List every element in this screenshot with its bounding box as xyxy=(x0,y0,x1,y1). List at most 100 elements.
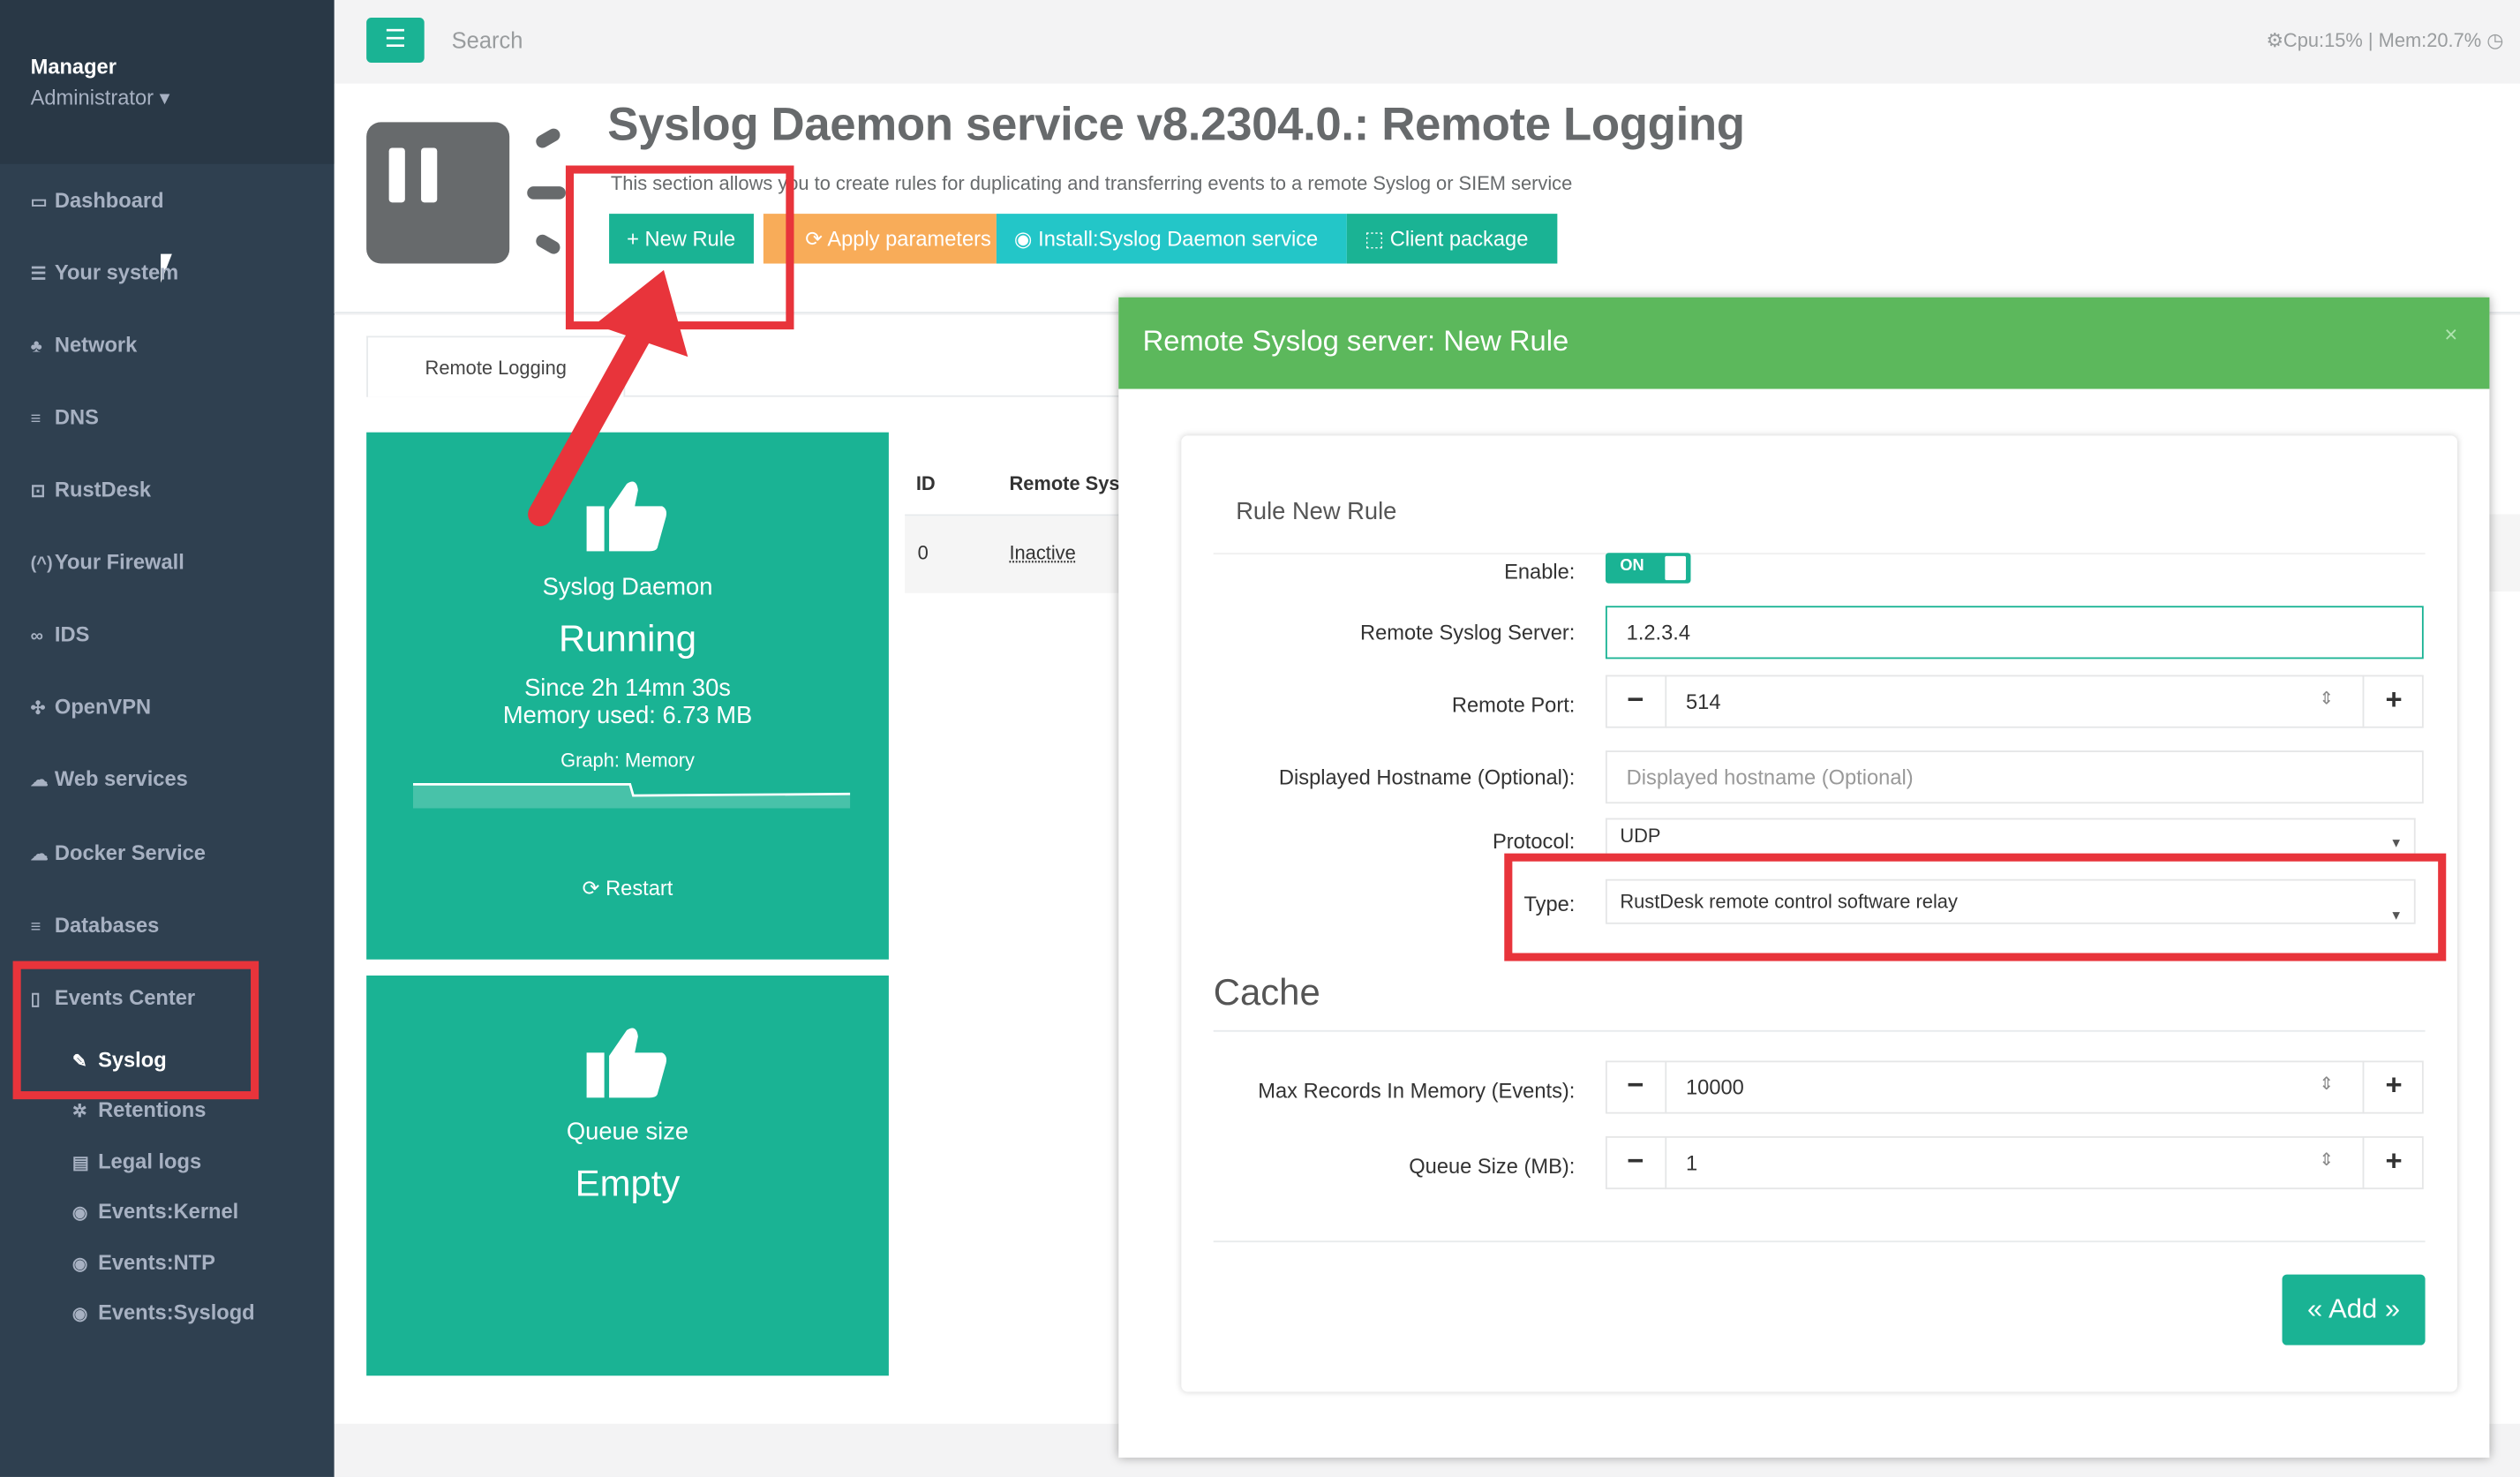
sidebar-subitem-retentions[interactable]: ✲ Retentions xyxy=(0,1085,335,1134)
hostname-label: Displayed Hostname (Optional): xyxy=(1278,765,1576,789)
sidebar-subitem-events-syslogd[interactable]: ◉ Events:Syslogd xyxy=(0,1287,335,1337)
remote-desktop-icon: ⊡ xyxy=(30,482,46,501)
server-icon: ☰ xyxy=(30,265,47,285)
queue-size-label: Queue Size (MB): xyxy=(1409,1154,1576,1179)
queue-size-stepper xyxy=(1605,1136,2424,1190)
profile-role-dropdown[interactable]: Administrator ▾ xyxy=(31,85,170,110)
sidebar-item-label: IDS xyxy=(54,622,90,646)
service-memory: Memory used: 6.73 MB xyxy=(502,702,753,730)
add-button[interactable]: « Add » xyxy=(2282,1274,2426,1345)
profile-name: Manager xyxy=(30,54,117,79)
search-input[interactable]: Search xyxy=(452,27,523,53)
file-icon: ▯ xyxy=(30,990,41,1010)
topbar xyxy=(334,0,2520,84)
thumbs-up-icon xyxy=(586,1028,667,1098)
max-records-label: Max Records In Memory (Events): xyxy=(1258,1078,1576,1103)
sidebar-item-dashboard[interactable]: ▭ Dashboard xyxy=(0,164,335,237)
sidebar-item-databases[interactable]: ≡ Databases xyxy=(0,889,335,961)
sidebar-item-label: DNS xyxy=(54,404,99,430)
remote-port-label: Remote Port: xyxy=(1451,692,1576,717)
queue-size-increment-button[interactable]: + xyxy=(2362,1136,2424,1190)
highlight-box-type xyxy=(1504,853,2447,961)
sidebar-item-label: Your system xyxy=(54,260,179,285)
remote-server-label: Remote Syslog Server: xyxy=(1359,620,1576,644)
binoculars-icon: ∞ xyxy=(30,626,43,646)
close-icon[interactable]: × xyxy=(2444,321,2457,347)
client-package-button[interactable]: ⬚ Client package xyxy=(1346,214,1558,264)
remote-port-input[interactable]: 514 xyxy=(1686,690,1721,713)
sidebar-item-your-system[interactable]: ☰ Your system xyxy=(0,237,335,309)
eye-icon: ◉ xyxy=(71,1203,88,1224)
protocol-value: UDP xyxy=(1620,824,1661,848)
memory-graph xyxy=(412,782,851,809)
network-icon: ♣ xyxy=(30,337,42,358)
profile-header: Manager Administrator ▾ xyxy=(0,0,335,164)
sidebar-subitem-label: Events:NTP xyxy=(98,1250,215,1275)
sidebar-item-label: RustDesk xyxy=(54,477,152,501)
dashboard-icon: ▭ xyxy=(30,192,48,213)
eye-icon: ◉ xyxy=(71,1255,88,1275)
table-header-id: ID xyxy=(915,472,936,495)
sidebar-item-web-services[interactable]: ☁ Web services xyxy=(0,742,335,815)
apply-parameters-button[interactable]: ⟳ Apply parameters xyxy=(763,214,997,264)
sidebar-subitem-events-kernel[interactable]: ◉ Events:Kernel xyxy=(0,1186,335,1235)
enable-toggle[interactable]: ON xyxy=(1605,553,1691,584)
sidebar-subitem-legal-logs[interactable]: ▤ Legal logs xyxy=(0,1136,335,1186)
table-row-edge xyxy=(2487,514,2520,592)
protocol-label: Protocol: xyxy=(1492,829,1576,854)
system-stats: ⚙Cpu:15% | Mem:20.7% ◷ xyxy=(2266,28,2504,52)
remote-server-input[interactable]: 1.2.3.4 xyxy=(1605,606,2424,659)
sidebar-item-rustdesk[interactable]: ⊡ RustDesk xyxy=(0,453,335,525)
sidebar-item-events-center[interactable]: ▯ Events Center xyxy=(0,961,335,1034)
spin-arrows-icon[interactable]: ⇕ xyxy=(2319,688,2334,709)
restart-button[interactable]: ⟳ Restart xyxy=(366,876,889,901)
service-uptime: Since 2h 14mn 30s xyxy=(524,674,731,703)
sidebar-item-label: Databases xyxy=(54,912,160,938)
service-name: Syslog Daemon xyxy=(542,573,713,601)
max-records-input[interactable]: 10000 xyxy=(1686,1075,1744,1099)
sidebar-item-openvpn[interactable]: ✣ OpenVPN xyxy=(0,670,335,742)
sidebar-subitem-syslog[interactable]: ✎ Syslog xyxy=(0,1035,335,1084)
sidebar-subitem-events-ntp[interactable]: ◉ Events:NTP xyxy=(0,1238,335,1287)
sidebar-item-docker-service[interactable]: ☁ Docker Service xyxy=(0,817,335,889)
sidebar-item-label: Your Firewall xyxy=(54,549,184,574)
menu-toggle-button[interactable]: ☰ xyxy=(366,18,425,63)
install-service-button[interactable]: ◉ Install:Syslog Daemon service xyxy=(996,214,1347,264)
protocol-select[interactable]: UDP ▼ xyxy=(1605,818,2416,854)
sidebar-subitem-label: Syslog xyxy=(98,1047,167,1073)
queue-size-input[interactable]: 1 xyxy=(1686,1150,1697,1174)
sidebar-subitem-label: Retentions xyxy=(98,1097,207,1122)
port-increment-button[interactable]: + xyxy=(2362,674,2424,728)
spin-arrows-icon[interactable]: ⇕ xyxy=(2319,1074,2334,1095)
file-text-icon: ▤ xyxy=(71,1154,89,1173)
port-decrement-button[interactable]: − xyxy=(1606,674,1667,728)
max-records-increment-button[interactable]: + xyxy=(2362,1060,2424,1114)
apply-parameters-label: ⟳ Apply parameters xyxy=(805,226,991,251)
sidebar-item-dns[interactable]: ≡ DNS xyxy=(0,381,335,453)
sidebar-item-ids[interactable]: ∞ IDS xyxy=(0,598,335,670)
enable-label: Enable: xyxy=(1504,559,1576,584)
signal-wave-icon xyxy=(527,186,566,200)
row-status-link[interactable]: Inactive xyxy=(1009,541,1075,563)
cogs-icon: ✲ xyxy=(71,1102,87,1122)
sidebar-subitem-label: Legal logs xyxy=(98,1149,202,1173)
spin-arrows-icon[interactable]: ⇕ xyxy=(2319,1149,2334,1170)
form-divider xyxy=(1213,1240,2426,1243)
eye-icon: ◉ xyxy=(71,1305,88,1325)
queue-size-decrement-button[interactable]: − xyxy=(1606,1136,1667,1190)
sidebar-subitem-label: Events:Syslogd xyxy=(98,1300,255,1325)
queue-value: Empty xyxy=(575,1162,681,1204)
modal-title: Remote Syslog server: New Rule xyxy=(1142,324,1569,358)
wrench-icon: ✎ xyxy=(71,1052,87,1073)
max-records-decrement-button[interactable]: − xyxy=(1606,1060,1667,1114)
sidebar-item-network[interactable]: ♣ Network xyxy=(0,309,335,381)
hostname-input[interactable]: Displayed hostname (Optional) xyxy=(1605,750,2424,804)
firewall-icon: (^) xyxy=(30,554,53,574)
toggle-knob xyxy=(1665,555,1687,581)
database-icon: ≡ xyxy=(30,917,41,938)
sidebar-item-your-firewall[interactable]: (^) Your Firewall xyxy=(0,525,335,598)
annotation-arrow-icon xyxy=(528,269,688,527)
enable-toggle-label: ON xyxy=(1620,557,1644,576)
docker-icon: ☁ xyxy=(30,845,49,865)
remote-port-stepper xyxy=(1605,674,2424,728)
